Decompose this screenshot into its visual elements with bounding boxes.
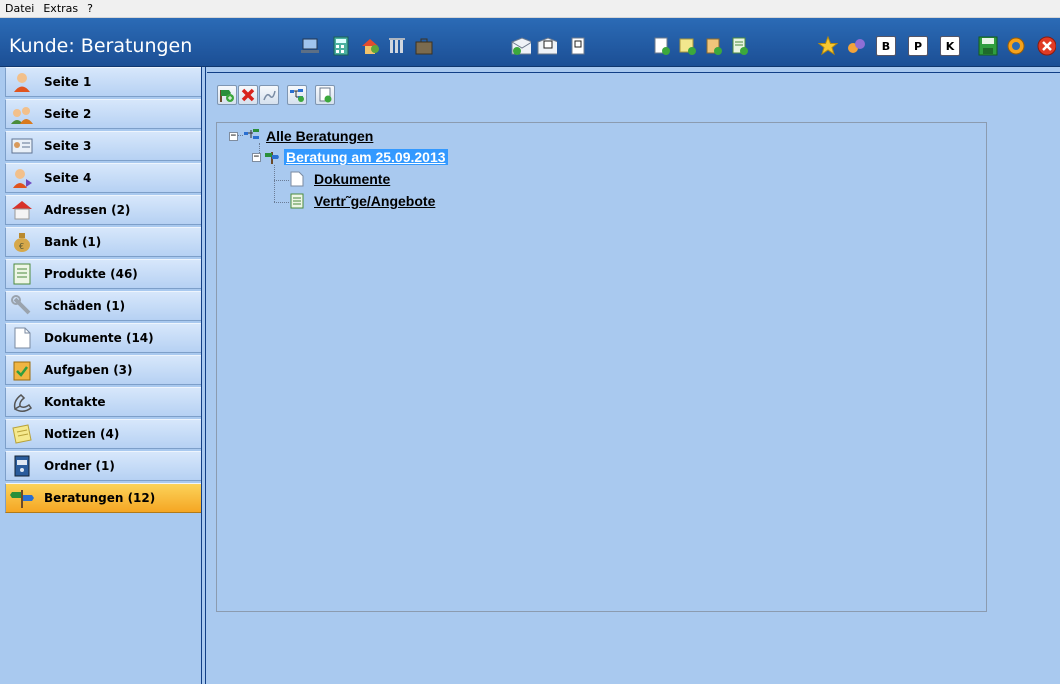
tree-connector — [274, 202, 289, 203]
sidebar-item-label: Produkte (46) — [44, 267, 138, 281]
document-link-icon[interactable] — [568, 36, 588, 56]
person-icon — [10, 71, 34, 93]
wrench-icon — [10, 295, 34, 317]
tree-node-label[interactable]: Alle Beratungen — [266, 128, 373, 144]
document-icon — [10, 327, 34, 349]
document-add-icon[interactable] — [652, 36, 672, 56]
consultation-tree: − Alle Beratungen − Beratung am 25.09.20… — [216, 122, 987, 612]
panel-separator — [205, 67, 206, 684]
title-bar: Kunde: Beratungen B P K — [0, 18, 1060, 67]
sidebar-item-schaeden[interactable]: Schäden (1) — [5, 291, 201, 321]
tree-hierarchy-icon — [244, 129, 260, 143]
svg-text:€: € — [19, 242, 24, 251]
list-document-icon — [290, 193, 304, 209]
sidebar-item-label: Aufgaben (3) — [44, 363, 133, 377]
notes-add-icon[interactable] — [678, 36, 698, 56]
tree-node-label[interactable]: Beratung am 25.09.2013 — [284, 149, 448, 165]
tree-node-consultation[interactable]: − Beratung am 25.09.2013 — [252, 149, 448, 165]
tree-node-root[interactable]: − Alle Beratungen — [229, 128, 373, 144]
house-icon — [10, 199, 34, 221]
menu-help[interactable]: ? — [82, 0, 97, 15]
add-consultation-button[interactable] — [217, 85, 237, 105]
tree-node-contracts[interactable]: Vertr˜ge/Angebote — [290, 193, 435, 209]
save-icon[interactable] — [978, 36, 998, 56]
house-people-icon[interactable] — [360, 36, 380, 56]
sidebar-item-label: Seite 2 — [44, 107, 92, 121]
sidebar-item-label: Schäden (1) — [44, 299, 126, 313]
top-border — [207, 72, 1060, 73]
laptop-icon[interactable] — [300, 36, 320, 56]
collapse-toggle[interactable]: − — [252, 152, 261, 162]
sidebar-item-label: Seite 4 — [44, 171, 92, 185]
collapse-toggle[interactable]: − — [229, 131, 238, 141]
tree-node-label[interactable]: Dokumente — [314, 171, 390, 187]
sidebar-item-ordner[interactable]: Ordner (1) — [5, 451, 201, 481]
sidebar-item-label: Kontakte — [44, 395, 106, 409]
letter-p-icon[interactable]: P — [908, 36, 928, 56]
sidebar-item-label: Adressen (2) — [44, 203, 131, 217]
id-card-icon — [10, 135, 34, 157]
menu-bar: Datei Extras? — [0, 0, 1060, 18]
close-icon[interactable] — [1036, 36, 1056, 56]
sidebar-item-seite-4[interactable]: Seite 4 — [5, 163, 201, 193]
mail-send-icon[interactable] — [511, 36, 531, 56]
tree-node-label[interactable]: Vertr˜ge/Angebote — [314, 193, 435, 209]
signpost-icon — [10, 487, 34, 509]
delete-button[interactable] — [238, 85, 258, 105]
window-title: Kunde: Beratungen — [9, 35, 193, 57]
transfer-icon[interactable] — [846, 36, 866, 56]
sidebar-item-produkte[interactable]: Produkte (46) — [5, 259, 201, 289]
sidebar-item-label: Seite 1 — [44, 75, 92, 89]
sidebar-item-label: Bank (1) — [44, 235, 102, 249]
sidebar-item-seite-3[interactable]: Seite 3 — [5, 131, 201, 161]
tree-connector — [274, 180, 289, 181]
sidebar-item-dokumente[interactable]: Dokumente (14) — [5, 323, 201, 353]
tree-node-documents[interactable]: Dokumente — [290, 171, 390, 187]
list-add-icon[interactable] — [730, 36, 750, 56]
sidebar-item-label: Ordner (1) — [44, 459, 115, 473]
document-icon — [290, 171, 304, 187]
bank-icon[interactable] — [387, 36, 407, 56]
sidebar-item-beratungen[interactable]: Beratungen (12) — [5, 483, 201, 513]
edit-button[interactable] — [259, 85, 279, 105]
money-bag-icon: € — [10, 231, 34, 253]
sidebar-item-label: Dokumente (14) — [44, 331, 154, 345]
briefcase-icon[interactable] — [414, 36, 434, 56]
binder-icon — [10, 455, 34, 477]
tree-add-node-button[interactable] — [287, 85, 307, 105]
star-icon[interactable] — [818, 36, 838, 56]
sidebar-item-adressen[interactable]: Adressen (2) — [5, 195, 201, 225]
calculator-icon[interactable] — [331, 36, 351, 56]
sidebar-item-seite-1[interactable]: Seite 1 — [5, 67, 201, 97]
task-check-icon — [10, 359, 34, 381]
phone-icon — [10, 391, 34, 413]
signpost-icon — [265, 150, 279, 164]
sidebar-item-aufgaben[interactable]: Aufgaben (3) — [5, 355, 201, 385]
sidebar-item-label: Seite 3 — [44, 139, 92, 153]
person-arrow-icon — [10, 167, 34, 189]
sidebar-item-kontakte[interactable]: Kontakte — [5, 387, 201, 417]
menu-datei[interactable]: Datei — [0, 0, 38, 15]
mail-letter-icon[interactable] — [537, 36, 557, 56]
lifebuoy-icon[interactable] — [1006, 36, 1026, 56]
task-add-icon[interactable] — [704, 36, 724, 56]
sidebar-item-bank[interactable]: € Bank (1) — [5, 227, 201, 257]
sidebar-item-label: Beratungen (12) — [44, 491, 156, 505]
letter-k-icon[interactable]: K — [940, 36, 960, 56]
note-icon — [10, 423, 34, 445]
sidebar-item-label: Notizen (4) — [44, 427, 120, 441]
sidebar-item-seite-2[interactable]: Seite 2 — [5, 99, 201, 129]
menu-extras[interactable]: Extras — [38, 0, 82, 15]
people-icon — [10, 103, 34, 125]
new-document-button[interactable] — [315, 85, 335, 105]
tree-connector — [274, 165, 275, 202]
sidebar-nav: Seite 1 Seite 2 Seite 3 Seite 4 Adressen… — [0, 67, 202, 684]
list-document-icon — [10, 263, 34, 285]
sidebar-item-notizen[interactable]: Notizen (4) — [5, 419, 201, 449]
letter-b-icon[interactable]: B — [876, 36, 896, 56]
main-panel: − Alle Beratungen − Beratung am 25.09.20… — [207, 67, 1060, 684]
